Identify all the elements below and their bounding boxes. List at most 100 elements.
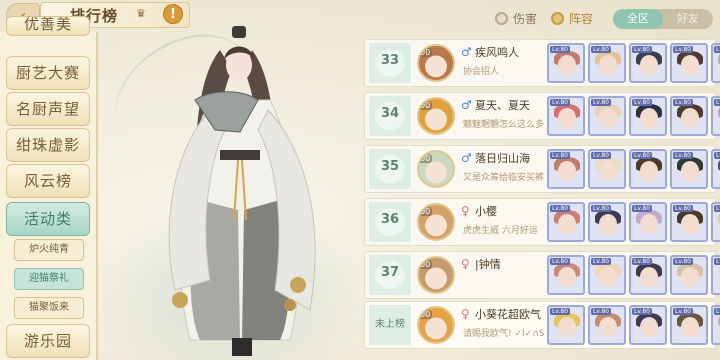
character-card[interactable]: Lv.80 (588, 43, 626, 83)
character-card[interactable]: Lv.80 (711, 305, 720, 345)
avatar-level: 00 (419, 260, 433, 269)
rank-number: 37 (380, 265, 400, 280)
character-card[interactable]: Lv.80 (547, 305, 585, 345)
character-card[interactable]: Lv.80 (588, 149, 626, 189)
category-menu: 优善美 厨艺大赛 名厨声望 绀珠虚影 风云榜 活动类 炉火纯青 迎猫祭礼 猫聚饭… (0, 16, 100, 360)
filter-label: 阵容 (569, 11, 594, 26)
card-level: Lv.80 (550, 308, 570, 315)
card-face (558, 214, 576, 234)
character-card[interactable]: Lv.80 (629, 149, 667, 189)
menu-item-chef-reputation[interactable]: 名厨声望 (6, 92, 90, 126)
table-row[interactable]: 33 00 ♂ 疾风鸣人 协会招人 Lv.80 Lv.80 Lv.80 Lv.8… (364, 39, 720, 87)
card-level: Lv.80 (591, 205, 611, 212)
card-face (681, 214, 699, 234)
card-level: Lv.80 (673, 258, 693, 265)
submenu-item-cat-festival[interactable]: 迎猫祭礼 (14, 268, 84, 290)
card-level: Lv.80 (714, 99, 720, 106)
character-card[interactable]: Lv.80 (670, 43, 708, 83)
character-card[interactable]: Lv.80 (711, 255, 720, 295)
menu-item-events[interactable]: 活动类 (6, 202, 90, 236)
card-face (599, 161, 617, 181)
card-face (599, 108, 617, 128)
character-card[interactable]: Lv.80 (711, 96, 720, 136)
card-level: Lv.80 (591, 258, 611, 265)
lineup-cards: Lv.80 Lv.80 Lv.80 Lv.80 Lv.80 (547, 202, 720, 242)
card-level: Lv.80 (632, 152, 652, 159)
character-card[interactable]: Lv.80 (588, 96, 626, 136)
card-level: Lv.80 (632, 258, 652, 265)
character-card[interactable]: Lv.80 (588, 255, 626, 295)
male-icon: ♂ (461, 45, 472, 59)
card-face (681, 55, 699, 75)
player-avatar[interactable]: 00 (417, 97, 455, 135)
lineup-cards: Lv.80 Lv.80 Lv.80 Lv.80 Lv.80 (547, 305, 720, 345)
radio-dot-icon (551, 11, 564, 25)
character-card[interactable]: Lv.80 (670, 255, 708, 295)
lineup-cards: Lv.80 Lv.80 Lv.80 Lv.80 Lv.80 (547, 43, 720, 83)
character-card[interactable]: Lv.80 (629, 305, 667, 345)
player-name: 小樱 (475, 205, 497, 218)
menu-item-legend-board[interactable]: 风云榜 (6, 164, 90, 198)
card-face (681, 317, 699, 337)
player-name: 小葵花超欧气 (475, 308, 541, 321)
table-row[interactable]: 37 00 ♀ |钟情 Lv.80 Lv.80 Lv.80 Lv.80 L (364, 251, 720, 299)
rank-badge: 36 (369, 202, 411, 242)
radio-dot-icon (495, 11, 508, 25)
menu-item-cooking-contest[interactable]: 厨艺大赛 (6, 56, 90, 90)
tab-all-server[interactable]: 全区 (613, 9, 663, 29)
character-card[interactable]: Lv.80 (670, 149, 708, 189)
character-card[interactable]: Lv.80 (547, 43, 585, 83)
player-avatar[interactable]: 00 (417, 306, 455, 344)
avatar-level: 00 (419, 101, 433, 110)
character-card[interactable]: Lv.80 (711, 43, 720, 83)
tab-friends[interactable]: 好友 (663, 9, 713, 29)
submenu-item-fire[interactable]: 炉火纯青 (14, 239, 84, 261)
card-level: Lv.80 (550, 152, 570, 159)
player-name: |钟情 (475, 258, 501, 271)
character-card[interactable]: Lv.80 (629, 202, 667, 242)
player-signature: 协会招人 (463, 67, 500, 77)
rank-number: 34 (380, 106, 400, 121)
ranking-list: 33 00 ♂ 疾风鸣人 协会招人 Lv.80 Lv.80 Lv.80 Lv.8… (358, 28, 720, 360)
filter-damage-radio[interactable]: 伤害 (495, 10, 537, 26)
character-card[interactable]: Lv.80 (547, 149, 585, 189)
character-card[interactable]: Lv.80 (670, 202, 708, 242)
character-card[interactable]: Lv.99 (711, 149, 720, 189)
player-avatar[interactable]: 00 (417, 203, 455, 241)
character-card[interactable]: Lv.80 (547, 202, 585, 242)
character-card[interactable]: Lv.80 (711, 202, 720, 242)
card-face (640, 267, 658, 287)
character-card[interactable]: Lv.80 (629, 255, 667, 295)
player-avatar[interactable]: 00 (417, 150, 455, 188)
character-card[interactable]: Lv.80 (547, 96, 585, 136)
avatar-level: 00 (419, 154, 433, 163)
card-face (681, 267, 699, 287)
filter-lineup-radio[interactable]: 阵容 (551, 10, 593, 26)
character-card[interactable]: Lv.80 (588, 305, 626, 345)
lineup-cards: Lv.80 Lv.80 Lv.80 Lv.80 Lv.80 (547, 96, 720, 136)
rank-number: 36 (380, 212, 400, 227)
character-card[interactable]: Lv.80 (629, 96, 667, 136)
table-row[interactable]: 36 00 ♀ 小樱 虎虎生威 六月好运 Lv.80 Lv.80 Lv.80 L… (364, 198, 720, 246)
card-face (681, 108, 699, 128)
card-face (558, 317, 576, 337)
character-card[interactable]: Lv.80 (670, 96, 708, 136)
menu-item-pearl-shadow[interactable]: 绀珠虚影 (6, 128, 90, 162)
rank-badge: 34 (369, 96, 411, 136)
character-card[interactable]: Lv.80 (588, 202, 626, 242)
character-card[interactable]: Lv.80 (547, 255, 585, 295)
player-avatar[interactable]: 00 (417, 44, 455, 82)
card-face (558, 161, 576, 181)
submenu-item-cat-feast[interactable]: 猫聚饭来 (14, 297, 84, 319)
character-card[interactable]: Lv.80 (670, 305, 708, 345)
table-row[interactable]: 35 00 ♂ 落日归山海 又是众筹给临安买裤 Lv.80 Lv.80 Lv.8… (364, 145, 720, 193)
menu-item-partial[interactable]: 优善美 (6, 16, 90, 36)
card-face (640, 161, 658, 181)
card-face (599, 214, 617, 234)
character-card[interactable]: Lv.80 (629, 43, 667, 83)
table-row[interactable]: 34 00 ♂ 夏天、夏天 魑魅魍魉怎么这么多 Lv.80 Lv.80 Lv.8… (364, 92, 720, 140)
menu-item-amusement-park[interactable]: 游乐园 (6, 324, 90, 358)
player-avatar[interactable]: 00 (417, 256, 455, 294)
my-rank-row[interactable]: 未上榜 00 ♀ 小葵花超欧气 请赐我欧气! ✓I✓∩S Lv.80 Lv.80… (364, 301, 720, 349)
card-level: Lv.80 (673, 152, 693, 159)
